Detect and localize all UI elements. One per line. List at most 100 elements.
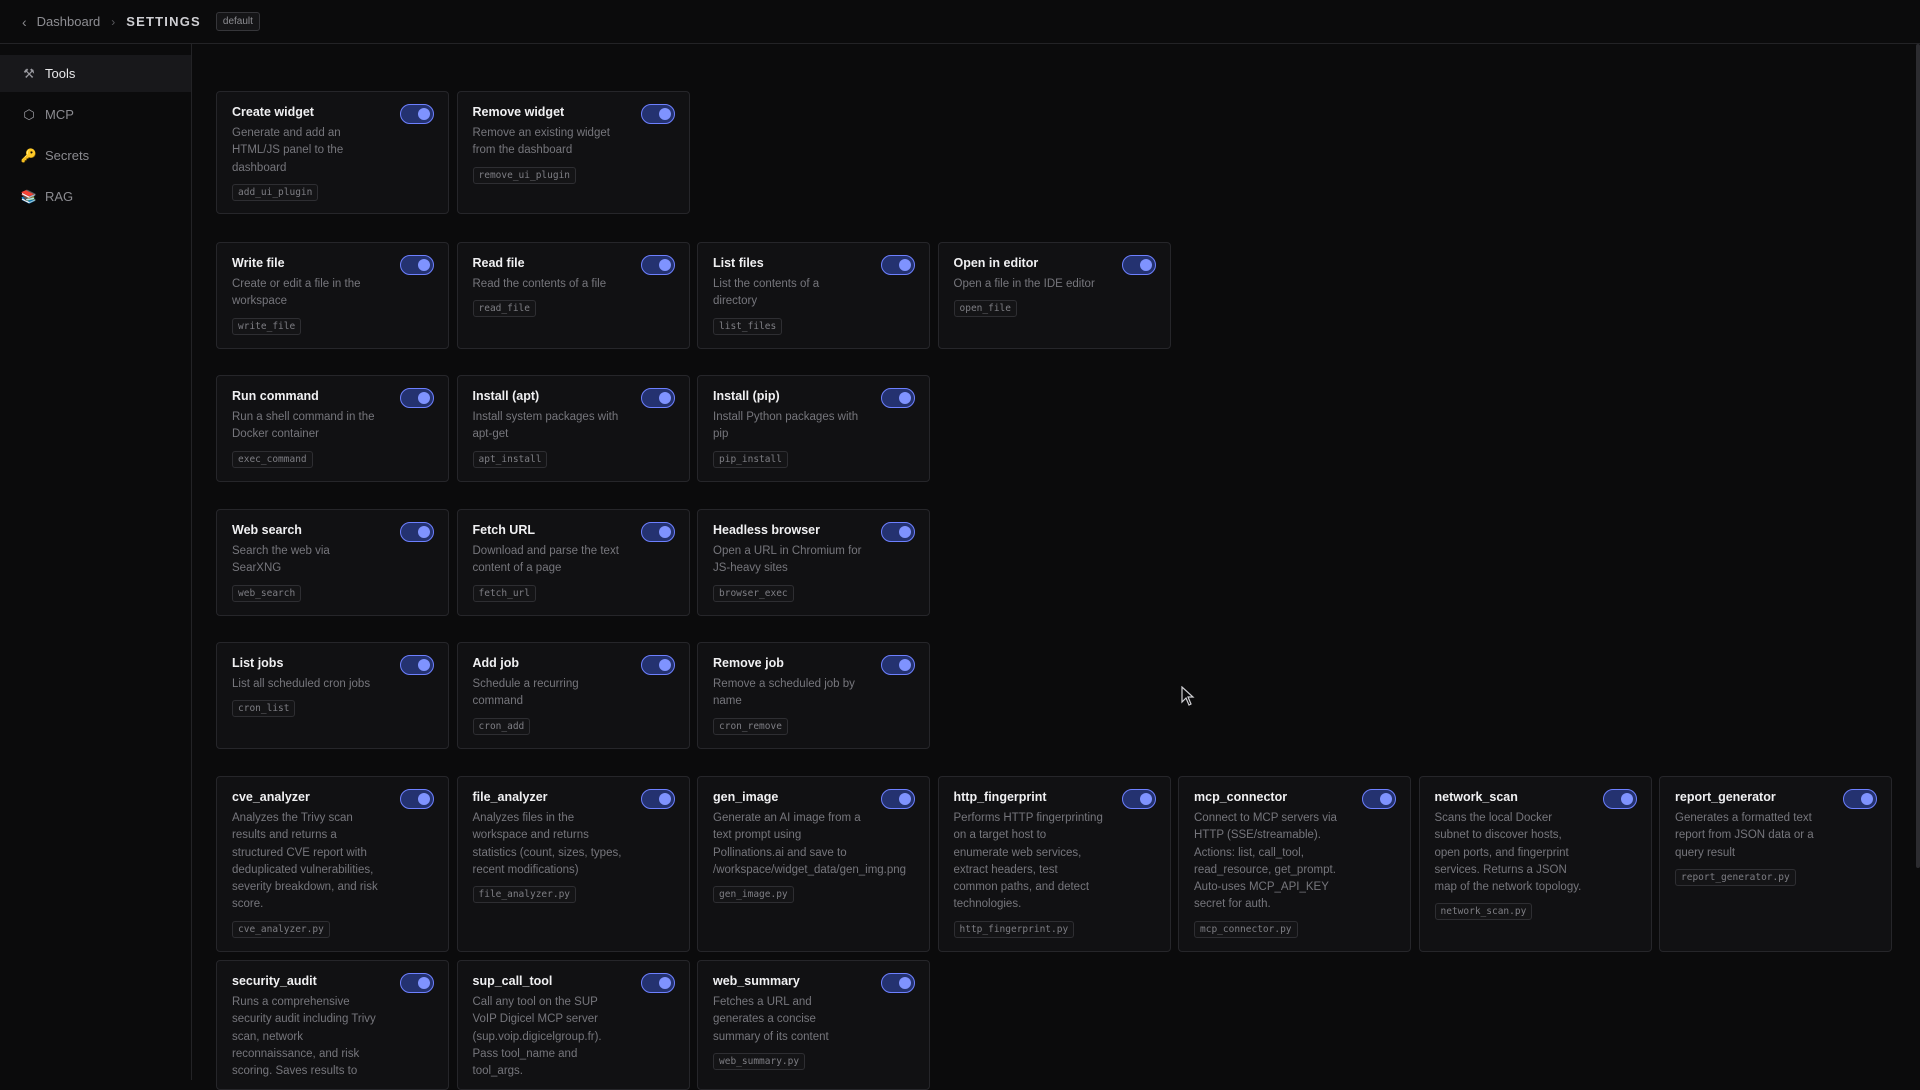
tool-function-name: network_scan.py <box>1434 903 1533 921</box>
tool-enabled-toggle[interactable] <box>400 255 434 275</box>
tool-card-write-file: Write file Create or edit a file in the w… <box>216 242 449 349</box>
tool-enabled-toggle[interactable] <box>881 655 915 675</box>
tool-function-name: file_analyzer.py <box>472 886 577 904</box>
tool-enabled-toggle[interactable] <box>640 104 675 124</box>
tool-enabled-toggle[interactable] <box>400 104 434 124</box>
tool-description: Generate and add an HTML/JS panel to the… <box>232 127 344 174</box>
profile-badge[interactable]: default <box>215 12 260 31</box>
tool-function-name: web_search <box>232 584 302 602</box>
tool-enabled-toggle[interactable] <box>400 973 434 993</box>
tool-function-name: list_files <box>713 317 783 335</box>
tool-description: Run a shell command in the Docker contai… <box>232 411 375 441</box>
tool-description: Remove a scheduled job by name <box>713 678 855 708</box>
tool-description: Open a file in the IDE editor <box>953 278 1095 290</box>
tool-function-name: fetch_url <box>472 584 536 602</box>
sidebar-item-tools[interactable]: ⚒ Tools <box>0 55 191 92</box>
tool-enabled-toggle[interactable] <box>1602 789 1637 809</box>
tool-enabled-toggle[interactable] <box>1121 255 1156 275</box>
tool-card-read-file: Read file Read the contents of a file read… <box>456 242 690 349</box>
hammer-icon: ⚒ <box>23 65 35 81</box>
tool-description: Install system packages with apt-get <box>472 411 619 441</box>
tool-card-sup-call-tool: sup_call_tool Call any tool on the SUP Vo… <box>456 960 690 1090</box>
tool-description: Search the web via SearXNG <box>232 545 330 575</box>
tool-enabled-toggle[interactable] <box>400 789 434 809</box>
tool-description: Install Python packages with pip <box>713 411 859 441</box>
tool-card-install-pip-: Install (pip) Install Python packages wit… <box>697 375 930 482</box>
tool-enabled-toggle[interactable] <box>881 388 915 408</box>
tool-description: Scans the local Docker subnet to discove… <box>1434 812 1582 894</box>
sidebar-item-label: Tools <box>45 66 76 81</box>
tool-function-name: apt_install <box>472 450 548 468</box>
tool-description: List the contents of a directory <box>713 278 820 308</box>
tool-card-report-generator: report_generator Generates a formatted te… <box>1659 776 1892 952</box>
tool-description: Schedule a recurring command <box>472 678 579 708</box>
tool-enabled-toggle[interactable] <box>640 655 675 675</box>
tool-enabled-toggle[interactable] <box>640 522 675 542</box>
tool-enabled-toggle[interactable] <box>881 973 915 993</box>
tool-card-http-fingerprint: http_fingerprint Performs HTTP fingerprin… <box>937 776 1171 952</box>
tool-description: Read the contents of a file <box>472 278 607 290</box>
tool-function-name: cron_remove <box>713 717 788 735</box>
tool-description: Fetches a URL and generates a concise su… <box>713 996 829 1043</box>
tool-description: Generate an AI image from a text prompt … <box>713 812 907 876</box>
tool-enabled-toggle[interactable] <box>640 973 675 993</box>
tool-enabled-toggle[interactable] <box>1843 789 1877 809</box>
key-icon: 🔑 <box>20 147 38 163</box>
tool-enabled-toggle[interactable] <box>881 789 915 809</box>
tool-description: Connect to MCP servers via HTTP (SSE/str… <box>1194 812 1337 911</box>
tool-enabled-toggle[interactable] <box>400 655 434 675</box>
tool-function-name: browser_exec <box>713 584 794 602</box>
sidebar-item-label: RAG <box>45 189 74 204</box>
tool-card-mcp-connector: mcp_connector Connect to MCP servers via … <box>1178 776 1411 952</box>
tool-enabled-toggle[interactable] <box>881 255 915 275</box>
scrollbar[interactable] <box>1916 44 1920 868</box>
sidebar-item-rag[interactable]: 📚 RAG <box>0 178 191 215</box>
tool-description: Generates a formatted text report from J… <box>1675 812 1814 859</box>
tools-settings-panel: ⊞DASHBOARDCreate widgetGenerate and add … <box>192 44 1920 1090</box>
tool-enabled-toggle[interactable] <box>640 255 675 275</box>
tool-card-remove-job: Remove job Remove a scheduled job by name… <box>697 642 930 749</box>
tool-function-name: web_summary.py <box>713 1052 806 1070</box>
tool-function-name: cve_analyzer.py <box>232 920 330 938</box>
tool-card-remove-widget: Remove widget Remove an existing widget f… <box>456 91 690 214</box>
tool-card-fetch-url: Fetch URL Download and parse the text con… <box>456 509 690 616</box>
tool-card-network-scan: network_scan Scans the local Docker subne… <box>1418 776 1652 952</box>
tool-description: Performs HTTP fingerprinting on a target… <box>953 812 1103 911</box>
tool-card-security-audit: security_audit Runs a comprehensive secur… <box>216 960 449 1090</box>
tool-enabled-toggle[interactable] <box>1362 789 1396 809</box>
tool-card-gen-image: gen_image Generate an AI image from a tex… <box>697 776 930 952</box>
tool-function-name: add_ui_plugin <box>232 183 319 201</box>
tool-enabled-toggle[interactable] <box>640 388 675 408</box>
tool-description: Analyzes files in the workspace and retu… <box>472 812 622 876</box>
breadcrumb-dashboard[interactable]: Dashboard <box>37 14 101 29</box>
tool-description: Open a URL in Chromium for JS-heavy site… <box>713 545 862 575</box>
tool-function-name: report_generator.py <box>1675 868 1796 886</box>
sidebar-item-secrets[interactable]: 🔑 Secrets <box>0 137 191 174</box>
tool-description: Download and parse the text content of a… <box>472 545 619 575</box>
tool-function-name: write_file <box>232 317 302 335</box>
tool-card-add-job: Add job Schedule a recurring command cron_… <box>456 642 690 749</box>
chevron-left-icon[interactable]: ‹ <box>22 14 27 30</box>
tool-function-name: cron_add <box>472 717 531 735</box>
tool-function-name: gen_image.py <box>713 886 794 904</box>
tool-enabled-toggle[interactable] <box>881 522 915 542</box>
sidebar-item-mcp[interactable]: ⬡ MCP <box>0 96 191 133</box>
tool-function-name: exec_command <box>232 450 313 468</box>
tool-card-file-analyzer: file_analyzer Analyzes files in the works… <box>456 776 690 952</box>
tool-enabled-toggle[interactable] <box>1121 789 1156 809</box>
tool-function-name: mcp_connector.py <box>1194 920 1298 938</box>
tool-function-name: pip_install <box>713 450 788 468</box>
sidebar: ⚒ Tools ⬡ MCP 🔑 Secrets 📚 RAG <box>0 44 192 1080</box>
mouse-cursor-icon <box>1181 686 1195 706</box>
tool-description: List all scheduled cron jobs <box>232 678 371 690</box>
tool-function-name: open_file <box>953 300 1017 318</box>
tool-enabled-toggle[interactable] <box>400 388 434 408</box>
tool-card-web-summary: web_summary Fetches a URL and generates a… <box>697 960 930 1090</box>
tool-function-name: read_file <box>472 300 536 318</box>
tool-function-name: cron_list <box>232 700 296 718</box>
tool-function-name: remove_ui_plugin <box>472 166 577 184</box>
tool-enabled-toggle[interactable] <box>400 522 434 542</box>
tool-enabled-toggle[interactable] <box>640 789 675 809</box>
tool-function-name: http_fingerprint.py <box>953 920 1075 938</box>
page-title: SETTINGS <box>126 14 201 29</box>
